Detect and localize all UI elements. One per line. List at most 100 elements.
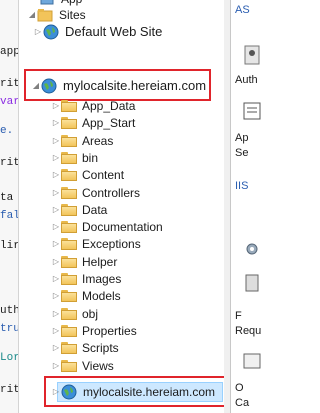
collapsed-arrow-icon[interactable]: ▷ — [51, 166, 61, 184]
globe-icon — [41, 78, 57, 94]
filtering-icon[interactable] — [241, 272, 263, 294]
folder-label: Models — [82, 289, 121, 303]
tree-item-folder[interactable]: ▷ Content — [51, 166, 124, 184]
folder-label: Areas — [82, 134, 114, 148]
sites-folder-icon — [37, 9, 53, 22]
folder-label: Controllers — [82, 186, 141, 200]
feature-label[interactable]: Ap — [235, 132, 248, 144]
tree-item-nested-site[interactable]: ▷ mylocalsite.hereiam.com — [51, 383, 215, 401]
feature-label[interactable]: Auth — [235, 74, 258, 86]
folder-icon — [61, 342, 77, 354]
tree-item-folder[interactable]: ▷ Controllers — [51, 184, 140, 202]
code-fragment: uth — [0, 305, 19, 317]
tree-item-folder[interactable]: ▷ Images — [51, 270, 121, 288]
folder-label: Data — [82, 203, 108, 217]
folder-icon — [61, 187, 77, 199]
tree-item-folder[interactable]: ▷ Views — [51, 357, 114, 375]
tree-item-folder[interactable]: ▷ Models — [51, 287, 121, 305]
collapsed-arrow-icon[interactable]: ▷ — [51, 253, 61, 271]
tree-item-folder[interactable]: ▷ Areas — [51, 132, 113, 150]
folder-label: Documentation — [82, 220, 163, 234]
tree-item-folder[interactable]: ▷ Scripts — [51, 339, 119, 357]
folder-icon — [61, 169, 77, 181]
collapsed-arrow-icon[interactable]: ▷ — [51, 149, 61, 167]
collapsed-arrow-icon[interactable]: ▷ — [51, 201, 61, 219]
collapsed-arrow-icon[interactable]: ▷ — [51, 132, 61, 150]
folder-label: Scripts — [82, 341, 119, 355]
gear-icon[interactable] — [241, 238, 263, 260]
tree-item-folder[interactable]: ▷ App_Data — [51, 97, 135, 115]
feature-label[interactable]: F — [235, 310, 242, 322]
collapsed-arrow-icon[interactable]: ▷ — [51, 357, 61, 375]
folder-label: Exceptions — [82, 237, 141, 251]
application-settings-icon[interactable] — [241, 100, 263, 122]
feature-label[interactable]: AS — [235, 4, 250, 16]
folder-label: obj — [82, 307, 99, 321]
tree-item-folder[interactable]: ▷ bin — [51, 149, 98, 167]
authentication-icon[interactable] — [241, 44, 263, 66]
collapsed-arrow-icon[interactable]: ▷ — [51, 235, 61, 253]
tree-item-folder[interactable]: ▷ Data — [51, 201, 107, 219]
tree-item-folder[interactable]: ▷ Documentation — [51, 218, 163, 236]
collapsed-arrow-icon[interactable]: ▷ — [51, 218, 61, 236]
folder-icon — [61, 152, 77, 164]
collapsed-arrow-icon[interactable]: ▷ — [51, 322, 61, 340]
features-panel: AS Auth Ap Se IIS F Requ O Ca — [230, 0, 270, 413]
folder-label: Views — [82, 359, 114, 373]
output-caching-icon[interactable] — [241, 350, 263, 372]
feature-label[interactable]: IIS — [235, 180, 248, 192]
folder-icon — [61, 290, 77, 302]
folder-icon — [61, 360, 77, 372]
collapsed-arrow-icon[interactable]: ▷ — [51, 383, 61, 401]
folder-label: Content — [82, 168, 125, 182]
code-fragment: fal — [0, 210, 19, 222]
code-fragment: lir — [0, 240, 19, 252]
feature-label[interactable]: O — [235, 382, 244, 394]
globe-icon — [61, 384, 77, 400]
folder-icon — [61, 135, 77, 147]
code-editor-strip: app rit var e. rit ta fal lir uth tru Lo… — [0, 0, 19, 413]
collapsed-arrow-icon[interactable]: ▷ — [51, 184, 61, 202]
feature-label[interactable]: Requ — [235, 325, 261, 337]
folder-label: App_Start — [82, 116, 136, 130]
folder-label: bin — [82, 151, 99, 165]
collapsed-arrow-icon[interactable]: ▷ — [51, 287, 61, 305]
code-fragment: Lor — [0, 352, 19, 364]
folder-icon — [61, 273, 77, 285]
code-fragment: ta — [0, 192, 14, 204]
code-fragment: app — [0, 46, 19, 58]
folder-icon — [61, 100, 77, 112]
collapsed-arrow-icon[interactable]: ▷ — [51, 114, 61, 132]
code-fragment: e. — [0, 125, 14, 137]
folder-icon — [61, 325, 77, 337]
code-fragment: tru — [0, 323, 19, 335]
folder-icon — [61, 238, 77, 250]
code-fragment: var — [0, 96, 19, 108]
collapsed-arrow-icon[interactable]: ▷ — [33, 23, 43, 41]
folder-icon — [61, 221, 77, 233]
collapsed-arrow-icon[interactable]: ▷ — [51, 339, 61, 357]
folder-icon — [61, 204, 77, 216]
feature-label[interactable]: Se — [235, 147, 248, 159]
tree-item-mylocalsite[interactable]: ◢ mylocalsite.hereiam.com — [31, 77, 206, 95]
expanded-arrow-icon[interactable]: ◢ — [31, 77, 41, 95]
tree-item-default-web-site[interactable]: ▷ Default Web Site — [33, 23, 162, 41]
tree-item-folder[interactable]: ▷ Exceptions — [51, 235, 141, 253]
tree-item-folder[interactable]: ▷ obj — [51, 305, 98, 323]
collapsed-arrow-icon[interactable]: ▷ — [51, 270, 61, 288]
code-fragment: rit — [0, 384, 19, 396]
collapsed-arrow-icon[interactable]: ▷ — [51, 305, 61, 323]
tree-item-sites[interactable]: ◢ Sites — [27, 6, 86, 24]
folder-label: Images — [82, 272, 122, 286]
collapsed-arrow-icon[interactable]: ▷ — [51, 97, 61, 115]
folder-label: Helper — [82, 255, 118, 269]
folder-icon — [61, 308, 77, 320]
code-fragment: rit — [0, 78, 19, 90]
expanded-arrow-icon[interactable]: ◢ — [27, 6, 37, 24]
code-fragment: rit — [0, 157, 19, 169]
feature-label[interactable]: Ca — [235, 397, 249, 409]
tree-item-folder[interactable]: ▷ Helper — [51, 253, 117, 271]
folder-label: Properties — [82, 324, 137, 338]
tree-item-folder[interactable]: ▷ Properties — [51, 322, 137, 340]
tree-item-folder[interactable]: ▷ App_Start — [51, 114, 135, 132]
